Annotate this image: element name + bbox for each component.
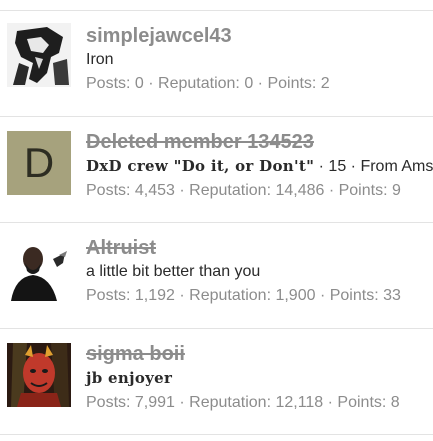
posts-count: Posts: 1,192 (86, 287, 175, 304)
avatar[interactable]: D (7, 131, 71, 195)
reputation-count: Reputation: 14,486 (189, 182, 325, 199)
points-count: Points: 33 (329, 287, 401, 304)
member-title: Iron (86, 49, 433, 71)
separator: · (323, 394, 338, 411)
member-title-suffix: · 15 · From Ams (314, 158, 433, 175)
member-row: Altruist a little bit better than you Po… (0, 223, 433, 329)
member-title-text: jb enjoyer (86, 369, 173, 387)
member-stats: Posts: 0 · Reputation: 0 · Points: 2 (86, 72, 433, 96)
posts-count: Posts: 7,991 (86, 394, 175, 411)
member-title-text: a little bit better than you (86, 263, 261, 280)
member-stats: Posts: 7,991 · Reputation: 12,118 · Poin… (86, 391, 433, 415)
member-username[interactable]: Deleted member 134523 (86, 129, 433, 155)
member-title-text: Iron (86, 51, 114, 68)
red-demon-avatar-icon (7, 343, 71, 407)
separator: · (324, 182, 339, 199)
member-info: Altruist a little bit better than you Po… (86, 235, 433, 308)
separator: · (315, 287, 330, 304)
reputation-count: Reputation: 0 (158, 75, 254, 92)
member-list: simplejawcel43 Iron Posts: 0 · Reputatio… (0, 0, 433, 441)
separator: · (174, 287, 190, 304)
sketch-portrait-avatar-icon (7, 23, 71, 87)
points-count: Points: 8 (337, 394, 400, 411)
member-title: a little bit better than you (86, 261, 433, 283)
member-title-text: DxD crew "Do it, or Don't" (86, 157, 315, 175)
member-username[interactable]: Altruist (86, 235, 433, 261)
avatar[interactable] (7, 237, 71, 301)
member-row: simplejawcel43 Iron Posts: 0 · Reputatio… (0, 11, 433, 117)
member-row: D Deleted member 134523 DxD crew "Do it,… (0, 117, 433, 223)
member-info: simplejawcel43 Iron Posts: 0 · Reputatio… (86, 23, 433, 96)
member-username[interactable]: simplejawcel43 (86, 23, 433, 49)
avatar[interactable] (7, 343, 71, 407)
member-title: jb enjoyer (86, 367, 433, 390)
points-count: Points: 9 (338, 182, 401, 199)
member-stats: Posts: 1,192 · Reputation: 1,900 · Point… (86, 284, 433, 308)
separator: · (174, 182, 190, 199)
member-stats: Posts: 4,453 · Reputation: 14,486 · Poin… (86, 179, 433, 203)
separator: · (143, 75, 159, 92)
avatar[interactable] (7, 23, 71, 87)
member-info: sigma boii jb enjoyer Posts: 7,991 · Rep… (86, 341, 433, 415)
points-count: Points: 2 (267, 75, 330, 92)
reputation-count: Reputation: 12,118 (189, 394, 324, 411)
posts-count: Posts: 0 (86, 75, 144, 92)
member-title: DxD crew "Do it, or Don't" · 15 · From A… (86, 155, 433, 178)
posts-count: Posts: 4,453 (86, 182, 175, 199)
reputation-count: Reputation: 1,900 (189, 287, 316, 304)
separator: · (174, 394, 190, 411)
member-row: sigma boii jb enjoyer Posts: 7,991 · Rep… (0, 329, 433, 435)
avatar-letter: D (7, 131, 71, 195)
man-with-bird-avatar-icon (7, 237, 71, 301)
separator: · (253, 75, 268, 92)
member-username[interactable]: sigma boii (86, 341, 433, 367)
member-info: Deleted member 134523 DxD crew "Do it, o… (86, 129, 433, 203)
